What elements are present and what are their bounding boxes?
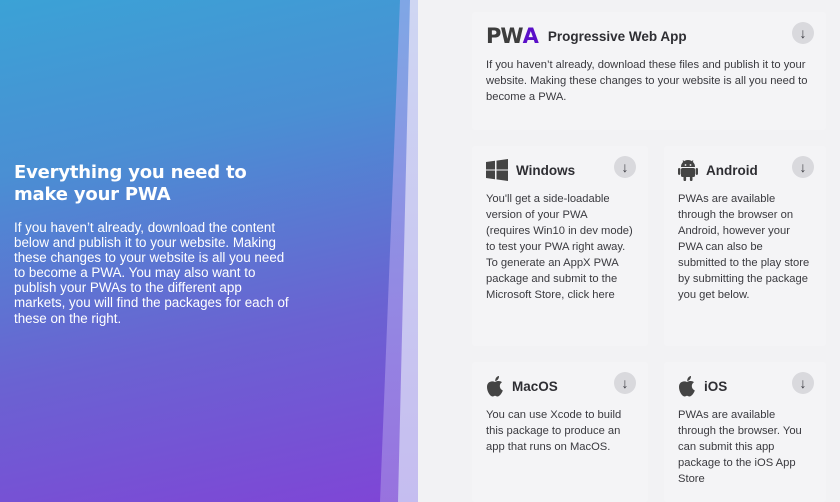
card-description: If you haven’t already, download these f… bbox=[486, 59, 808, 103]
card-windows: Windows ↓ You'll get a side-loadable ver… bbox=[472, 146, 648, 346]
android-icon bbox=[678, 159, 698, 181]
download-button-pwa[interactable]: ↓ bbox=[792, 22, 814, 44]
card-macos: MacOS ↓ You can use Xcode to build this … bbox=[472, 362, 648, 502]
card-header: PWA Progressive Web App bbox=[486, 22, 814, 50]
download-icon: ↓ bbox=[621, 159, 629, 175]
card-description: You'll get a side-loadable version of yo… bbox=[486, 193, 633, 301]
download-button-ios[interactable]: ↓ bbox=[792, 372, 814, 394]
hero-heading: Everything you need to make your PWA bbox=[14, 162, 247, 205]
download-button-macos[interactable]: ↓ bbox=[614, 372, 636, 394]
windows-icon bbox=[486, 159, 508, 181]
card-description: PWAs are available through the browser o… bbox=[678, 193, 810, 301]
apple-icon bbox=[486, 375, 504, 397]
download-button-windows[interactable]: ↓ bbox=[614, 156, 636, 178]
card-title: iOS bbox=[704, 378, 728, 394]
download-icon: ↓ bbox=[799, 375, 807, 391]
download-icon: ↓ bbox=[799, 25, 807, 41]
download-button-android[interactable]: ↓ bbox=[792, 156, 814, 178]
card-android: Android ↓ PWAs are available through the… bbox=[664, 146, 826, 346]
card-ios: iOS ↓ PWAs are available through the bro… bbox=[664, 362, 826, 502]
apple-icon bbox=[678, 375, 696, 397]
hero-description: If you haven’t already, download the con… bbox=[14, 220, 289, 326]
download-icon: ↓ bbox=[799, 159, 807, 175]
card-title: Progressive Web App bbox=[547, 28, 687, 44]
hero-content: Everything you need to make your PWA If … bbox=[14, 162, 294, 326]
card-description: PWAs are available through the browser. … bbox=[678, 409, 802, 485]
card-description: You can use Xcode to build this package … bbox=[486, 409, 622, 453]
card-pwa: PWA Progressive Web App ↓ If you haven’t… bbox=[472, 12, 826, 130]
card-title: Windows bbox=[516, 162, 576, 178]
pwa-logo: PWA bbox=[486, 24, 539, 48]
card-title: Android bbox=[706, 162, 758, 178]
download-icon: ↓ bbox=[621, 375, 629, 391]
card-title: MacOS bbox=[512, 378, 558, 394]
